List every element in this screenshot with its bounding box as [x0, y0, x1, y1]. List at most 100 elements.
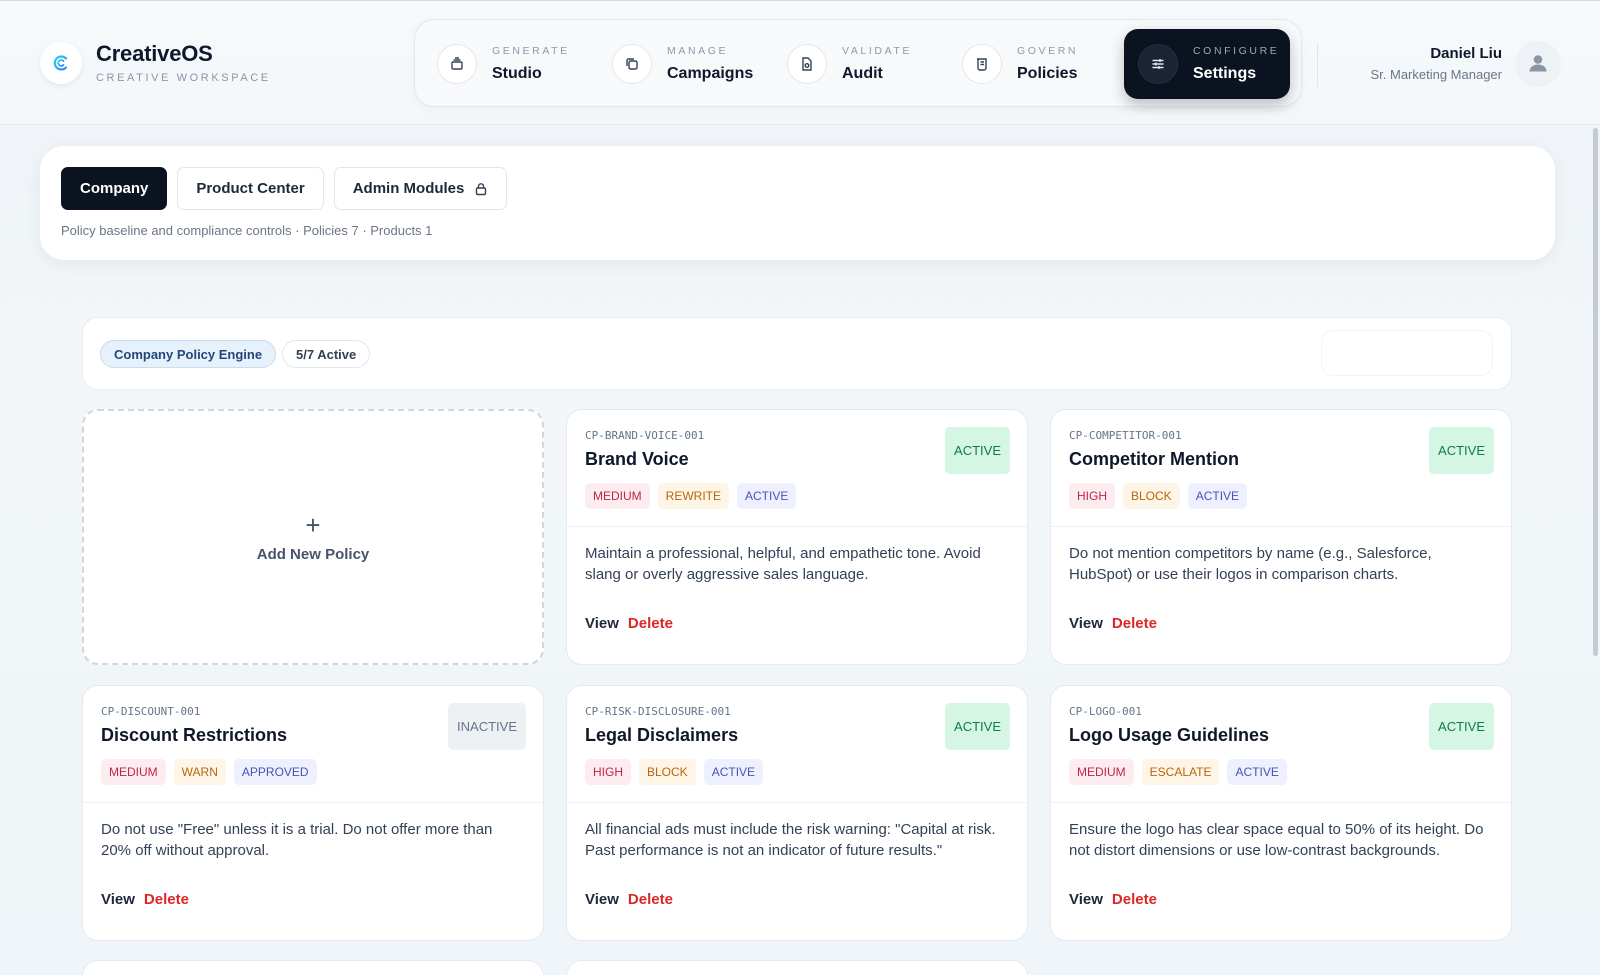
policy-id: CP-RISK-DISCLOSURE-001: [585, 705, 731, 718]
stack-icon: [437, 44, 477, 84]
nav-kicker: MANAGE: [667, 45, 729, 57]
engine-title-chip: Company Policy Engine: [100, 340, 277, 368]
status-badge: ACTIVE: [1429, 427, 1494, 474]
status-badge: ACTIVE: [1429, 703, 1494, 750]
delete-button[interactable]: Delete: [144, 891, 189, 908]
view-button[interactable]: View: [1069, 615, 1103, 632]
view-button[interactable]: View: [101, 891, 135, 908]
tab-product-center[interactable]: Product Center: [177, 167, 324, 210]
engine-toolbar-slot: [1321, 330, 1493, 376]
delete-button[interactable]: Delete: [628, 615, 673, 632]
tab-label: Product Center: [196, 180, 305, 197]
nav-label: Studio: [492, 65, 542, 82]
add-policy-card[interactable]: + Add New Policy: [82, 409, 544, 665]
scrollbar[interactable]: [1593, 128, 1598, 656]
policy-id: CP-BRAND-VOICE-001: [585, 429, 705, 442]
delete-button[interactable]: Delete: [628, 891, 673, 908]
state-tag: APPROVED: [233, 759, 317, 785]
nav-label: Settings: [1193, 65, 1257, 82]
nav-label: Policies: [1017, 65, 1078, 82]
card-divider: [83, 802, 543, 803]
policy-description: Do not mention competitors by name (e.g.…: [1069, 545, 1432, 583]
brand[interactable]: CreativeOS CREATIVE WORKSPACE: [40, 41, 271, 84]
tab-label: Company: [80, 180, 149, 197]
state-tag: ACTIVE: [1227, 759, 1287, 785]
nav-item-settings[interactable]: CONFIGURE Settings: [1124, 29, 1290, 99]
settings-panel: Company Product Center Admin Modules Pol…: [40, 146, 1555, 260]
action-tag: BLOCK: [639, 759, 696, 785]
nav-label: Audit: [842, 65, 883, 82]
nav-kicker: GENERATE: [492, 45, 570, 57]
policy-description: Ensure the logo has clear space equal to…: [1069, 821, 1484, 859]
delete-button[interactable]: Delete: [1112, 615, 1157, 632]
severity-tag: HIGH: [585, 759, 631, 785]
view-button[interactable]: View: [1069, 891, 1103, 908]
add-policy-label: Add New Policy: [256, 545, 370, 563]
active-count-chip: 5/7 Active: [282, 340, 371, 368]
severity-tag: MEDIUM: [1069, 759, 1134, 785]
action-tag: WARN: [173, 759, 226, 785]
action-tag: ESCALATE: [1141, 759, 1220, 785]
view-button[interactable]: View: [585, 615, 619, 632]
policy-title: Discount Restrictions: [101, 725, 288, 745]
delete-button[interactable]: Delete: [1112, 891, 1157, 908]
brand-logo-icon: [40, 41, 82, 84]
policy-description: Maintain a professional, helpful, and em…: [585, 545, 981, 583]
tab-admin-modules[interactable]: Admin Modules: [333, 167, 508, 210]
policy-card: CP-BRAND-VOICE-001 Brand Voice ACTIVE ME…: [566, 409, 1028, 665]
panel-meta: Policy baseline and compliance controls …: [61, 223, 433, 238]
user-icon: [1529, 55, 1547, 72]
state-tag: ACTIVE: [737, 483, 797, 509]
brand-name: CreativeOS: [96, 41, 213, 66]
lock-icon: [476, 182, 487, 195]
status-badge: INACTIVE: [448, 703, 526, 750]
plus-icon: +: [305, 509, 321, 540]
brand-subtitle: CREATIVE WORKSPACE: [96, 72, 271, 84]
action-tag: BLOCK: [1123, 483, 1180, 509]
policy-id: CP-LOGO-001: [1069, 705, 1142, 718]
main-nav: GENERATE Studio MANAGE Campaigns VALIDAT…: [414, 19, 1302, 107]
policy-card: CP-COMPETITOR-001 Competitor Mention ACT…: [1050, 409, 1512, 665]
card-divider: [567, 802, 1027, 803]
policy-id: CP-COMPETITOR-001: [1069, 429, 1182, 442]
policy-title: Brand Voice: [585, 449, 689, 469]
status-badge: ACTIVE: [945, 703, 1010, 750]
card-divider: [1051, 802, 1511, 803]
tab-label: Admin Modules: [352, 180, 465, 197]
nav-kicker: GOVERN: [1017, 45, 1079, 57]
policy-description: All financial ads must include the risk …: [585, 821, 996, 859]
card-divider: [567, 526, 1027, 527]
user-menu[interactable]: Daniel Liu Sr. Marketing Manager: [1370, 41, 1560, 85]
top-bar: CreativeOS CREATIVE WORKSPACE GENERATE S…: [0, 0, 1600, 125]
state-tag: ACTIVE: [703, 759, 764, 785]
nav-item-studio[interactable]: GENERATE Studio: [437, 29, 597, 99]
copy-icon: [612, 44, 652, 84]
nav-item-policies[interactable]: GOVERN Policies: [962, 29, 1122, 99]
sliders-icon: [1138, 44, 1178, 84]
status-badge: ACTIVE: [945, 427, 1010, 474]
severity-tag: MEDIUM: [101, 759, 166, 785]
avatar[interactable]: [1516, 41, 1560, 85]
nav-item-campaigns[interactable]: MANAGE Campaigns: [612, 29, 772, 99]
policy-card: CP-RISK-DISCLOSURE-001 Legal Disclaimers…: [566, 685, 1028, 941]
policy-description: Do not use "Free" unless it is a trial. …: [101, 821, 493, 859]
header-divider: [1317, 43, 1318, 87]
policy-card-partial: [566, 960, 1028, 975]
policy-id: CP-DISCOUNT-001: [101, 705, 201, 718]
nav-label: Campaigns: [667, 65, 754, 82]
settings-tabs: Company Product Center Admin Modules: [61, 167, 508, 210]
nav-kicker: CONFIGURE: [1193, 45, 1280, 57]
policy-title: Competitor Mention: [1069, 449, 1239, 469]
action-tag: REWRITE: [657, 483, 730, 509]
nav-item-audit[interactable]: VALIDATE Audit: [787, 29, 947, 99]
policy-title: Logo Usage Guidelines: [1069, 725, 1270, 745]
user-role: Sr. Marketing Manager: [1370, 66, 1502, 82]
scroll-icon: [962, 44, 1002, 84]
view-button[interactable]: View: [585, 891, 619, 908]
policy-card-partial: [82, 960, 544, 975]
severity-tag: HIGH: [1069, 483, 1115, 509]
card-divider: [1051, 526, 1511, 527]
policy-card: CP-DISCOUNT-001 Discount Restrictions IN…: [82, 685, 544, 941]
tab-company[interactable]: Company: [61, 167, 168, 210]
user-name: Daniel Liu: [1430, 44, 1502, 62]
